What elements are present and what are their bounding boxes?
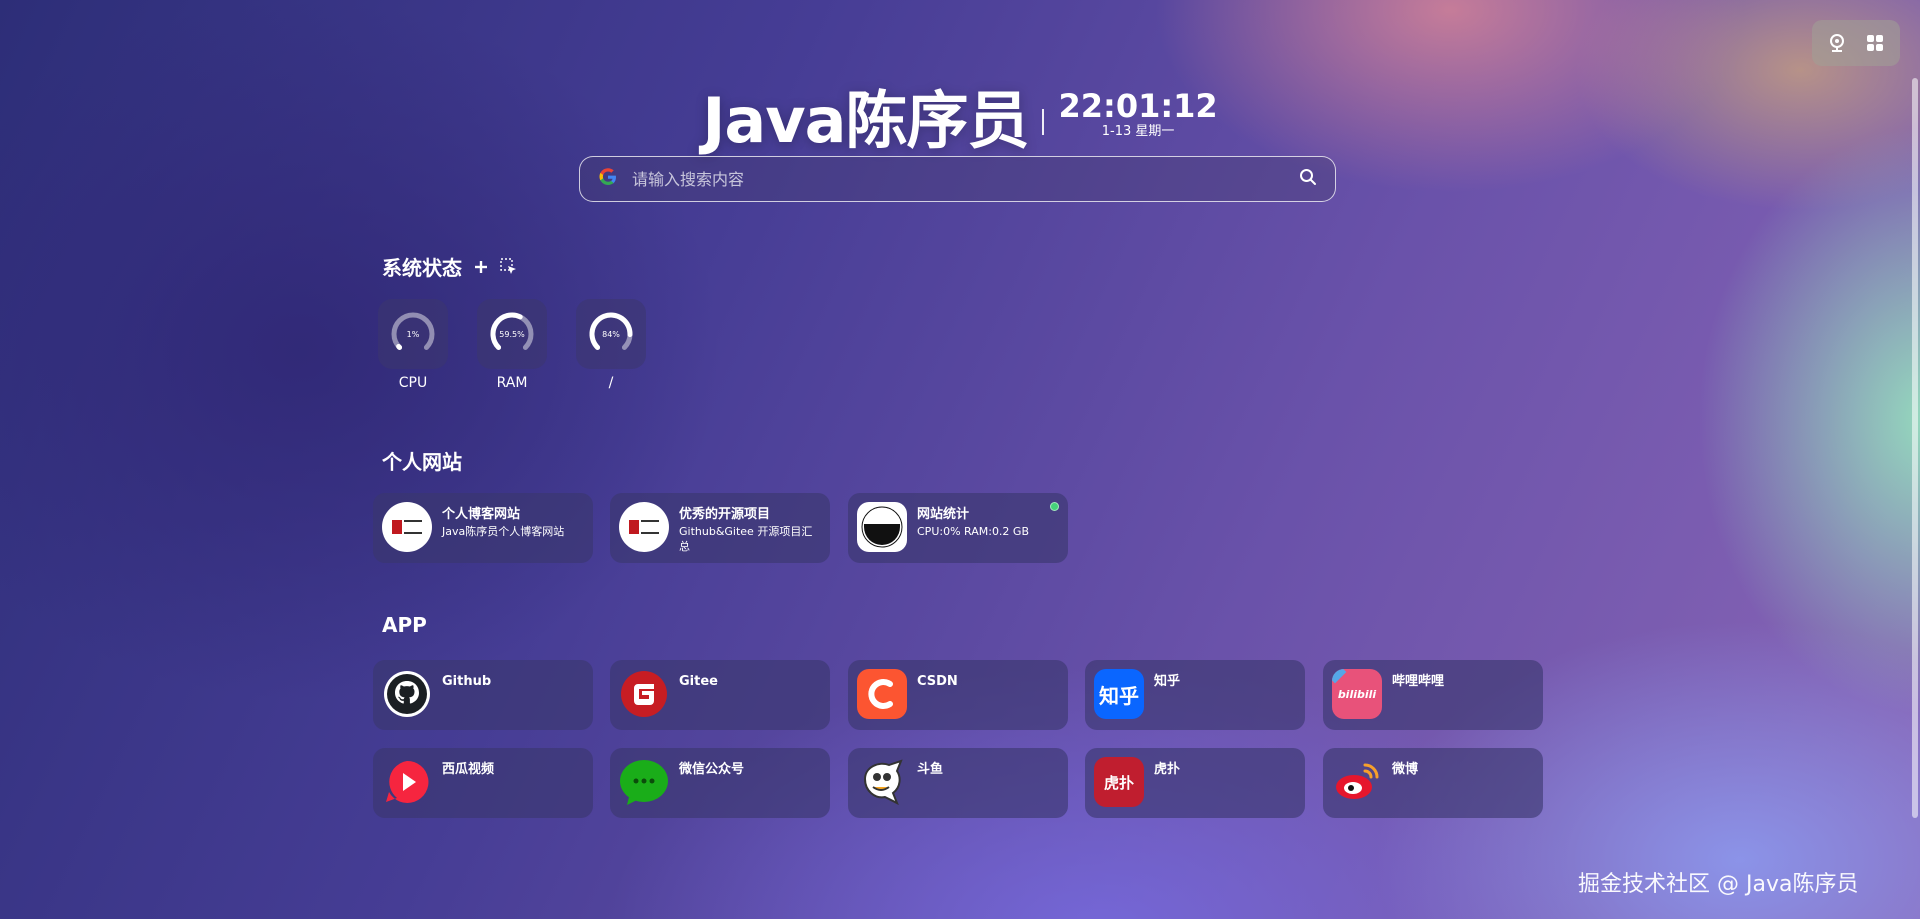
app-title: 微博 xyxy=(1392,762,1419,777)
zhihu-icon: 知乎 xyxy=(1094,669,1144,719)
search-bar xyxy=(579,156,1336,202)
csdn-icon xyxy=(857,669,907,719)
top-toolbar xyxy=(1812,20,1900,66)
gauge-box: 1% xyxy=(378,299,448,369)
cpu-gauge-dial: 1% xyxy=(391,312,435,350)
corner-ribbon xyxy=(1332,669,1347,684)
site-card-opensource[interactable]: 优秀的开源项目 Github&Gitee 开源项目汇总 xyxy=(610,493,830,563)
app-title: Github xyxy=(442,674,492,689)
app-title: 斗鱼 xyxy=(917,762,944,777)
xigua-icon xyxy=(382,757,432,807)
search-input[interactable] xyxy=(632,169,1299,189)
gauge-box: 59.5% xyxy=(477,299,547,369)
header: Java陈序员 22:01:12 1-13 星期一 xyxy=(0,70,1920,160)
ram-gauge-dial: 59.5% xyxy=(490,312,534,350)
clock: 22:01:12 1-13 星期一 xyxy=(1058,89,1217,141)
select-cursor-icon[interactable] xyxy=(500,257,518,276)
search-icon[interactable] xyxy=(1299,168,1317,190)
gauge-value: 59.5% xyxy=(499,330,525,339)
github-icon xyxy=(382,669,432,719)
app-title: CSDN xyxy=(917,674,958,689)
site-desc: Java陈序员个人博客网站 xyxy=(442,525,565,538)
plus-icon[interactable] xyxy=(474,260,488,274)
site-title: 个人博客网站 xyxy=(442,507,521,522)
app-card-csdn[interactable]: CSDN xyxy=(848,660,1068,730)
network-icon[interactable] xyxy=(1822,28,1852,58)
app-card-zhihu[interactable]: 知乎 知乎 xyxy=(1085,660,1305,730)
apps-grid-icon[interactable] xyxy=(1860,28,1890,58)
site-title: 网站统计 xyxy=(917,507,970,522)
site-desc: Github&Gitee 开源项目汇总 xyxy=(679,525,813,553)
system-status-title: 系统状态 xyxy=(382,252,518,281)
app-title: 虎扑 xyxy=(1154,762,1181,777)
gauge-label: RAM xyxy=(496,375,528,391)
apps-title: APP xyxy=(382,613,427,637)
app-card-gitee[interactable]: Gitee xyxy=(610,660,830,730)
site-card-stats[interactable]: 网站统计 CPU:0% RAM:0.2 GB xyxy=(848,493,1068,563)
disk-gauge-dial: 84% xyxy=(589,312,633,350)
app-title: 西瓜视频 xyxy=(442,762,495,777)
scrollbar[interactable] xyxy=(1912,78,1918,818)
google-icon[interactable] xyxy=(598,167,618,191)
header-divider xyxy=(1042,109,1045,135)
douyu-icon xyxy=(857,757,907,807)
hupu-icon: 虎扑 xyxy=(1094,757,1144,807)
gauge-label: CPU xyxy=(398,375,428,391)
app-title: 哔哩哔哩 xyxy=(1392,674,1445,689)
weibo-icon xyxy=(1332,757,1382,807)
watermark: 掘金技术社区 @ Java陈序员 xyxy=(1578,872,1859,897)
site-desc: CPU:0% RAM:0.2 GB xyxy=(917,525,1029,538)
personal-sites-label: 个人网站 xyxy=(382,450,462,474)
app-title: Gitee xyxy=(679,674,718,689)
site-card-blog[interactable]: 个人博客网站 Java陈序员个人博客网站 xyxy=(373,493,593,563)
personal-sites-title: 个人网站 xyxy=(382,446,462,475)
gauge-ram[interactable]: 59.5% RAM xyxy=(477,299,547,391)
app-title: 知乎 xyxy=(1154,674,1181,689)
status-dot xyxy=(1050,502,1059,511)
gauge-label: / xyxy=(608,375,614,391)
clock-time: 22:01:12 xyxy=(1058,87,1218,125)
app-card-bilibili[interactable]: bilibili 哔哩哔哩 xyxy=(1323,660,1543,730)
gauge-box: 84% xyxy=(576,299,646,369)
gauge-cpu[interactable]: 1% CPU xyxy=(378,299,448,391)
bilibili-icon-text: bilibili xyxy=(1337,687,1377,701)
apps-label: APP xyxy=(382,613,427,637)
gauge-value: 84% xyxy=(602,330,620,339)
gauge-disk[interactable]: 84% / xyxy=(576,299,646,391)
stats-icon xyxy=(857,502,907,552)
clock-date: 1-13 星期一 xyxy=(1101,124,1175,139)
brand-title: Java陈序员 xyxy=(702,84,1029,157)
gitee-icon xyxy=(619,669,669,719)
wechat-icon xyxy=(619,757,669,807)
app-card-hupu[interactable]: 虎扑 虎扑 xyxy=(1085,748,1305,818)
site-title: 优秀的开源项目 xyxy=(679,507,771,522)
app-card-douyu[interactable]: 斗鱼 xyxy=(848,748,1068,818)
gauge-value: 1% xyxy=(407,330,420,339)
system-status-label: 系统状态 xyxy=(382,256,462,280)
app-card-xigua[interactable]: 西瓜视频 xyxy=(373,748,593,818)
bilibili-icon: bilibili xyxy=(1332,669,1382,719)
app-card-weibo[interactable]: 微博 xyxy=(1323,748,1543,818)
java-logo xyxy=(382,502,432,552)
gauge-fill xyxy=(396,343,403,350)
app-title: 微信公众号 xyxy=(679,762,745,777)
java-logo xyxy=(619,502,669,552)
app-card-github[interactable]: Github xyxy=(373,660,593,730)
app-card-wechat[interactable]: 微信公众号 xyxy=(610,748,830,818)
